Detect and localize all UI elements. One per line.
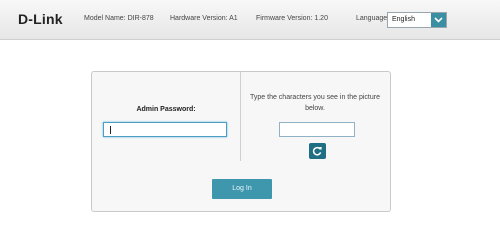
- chevron-down-icon: [434, 17, 443, 23]
- firmware-version: Firmware Version: 1.20: [256, 15, 328, 22]
- top-bar: D-Link Model Name: DIR-878 Hardware Vers…: [0, 0, 500, 40]
- dlink-logo: D-Link: [18, 11, 63, 27]
- language-value: English: [392, 16, 415, 23]
- hardware-version: Hardware Version: A1: [170, 15, 238, 22]
- language-select[interactable]: English: [387, 12, 447, 28]
- language-dropdown-button[interactable]: [431, 13, 446, 27]
- admin-password-label: Admin Password:: [136, 106, 196, 113]
- admin-password-input[interactable]: [103, 122, 227, 137]
- model-name: Model Name: DIR-878: [84, 15, 154, 22]
- captcha-refresh-button[interactable]: [309, 143, 326, 159]
- captcha-input[interactable]: [279, 122, 355, 137]
- login-panel: Admin Password: Type the characters you …: [91, 71, 391, 212]
- text-caret: [110, 126, 111, 134]
- panel-divider: [240, 72, 241, 161]
- refresh-icon: [312, 146, 322, 156]
- language-label: Language:: [356, 15, 390, 22]
- login-button[interactable]: Log In: [212, 179, 272, 199]
- captcha-instructions: Type the characters you see in the pictu…: [250, 94, 380, 112]
